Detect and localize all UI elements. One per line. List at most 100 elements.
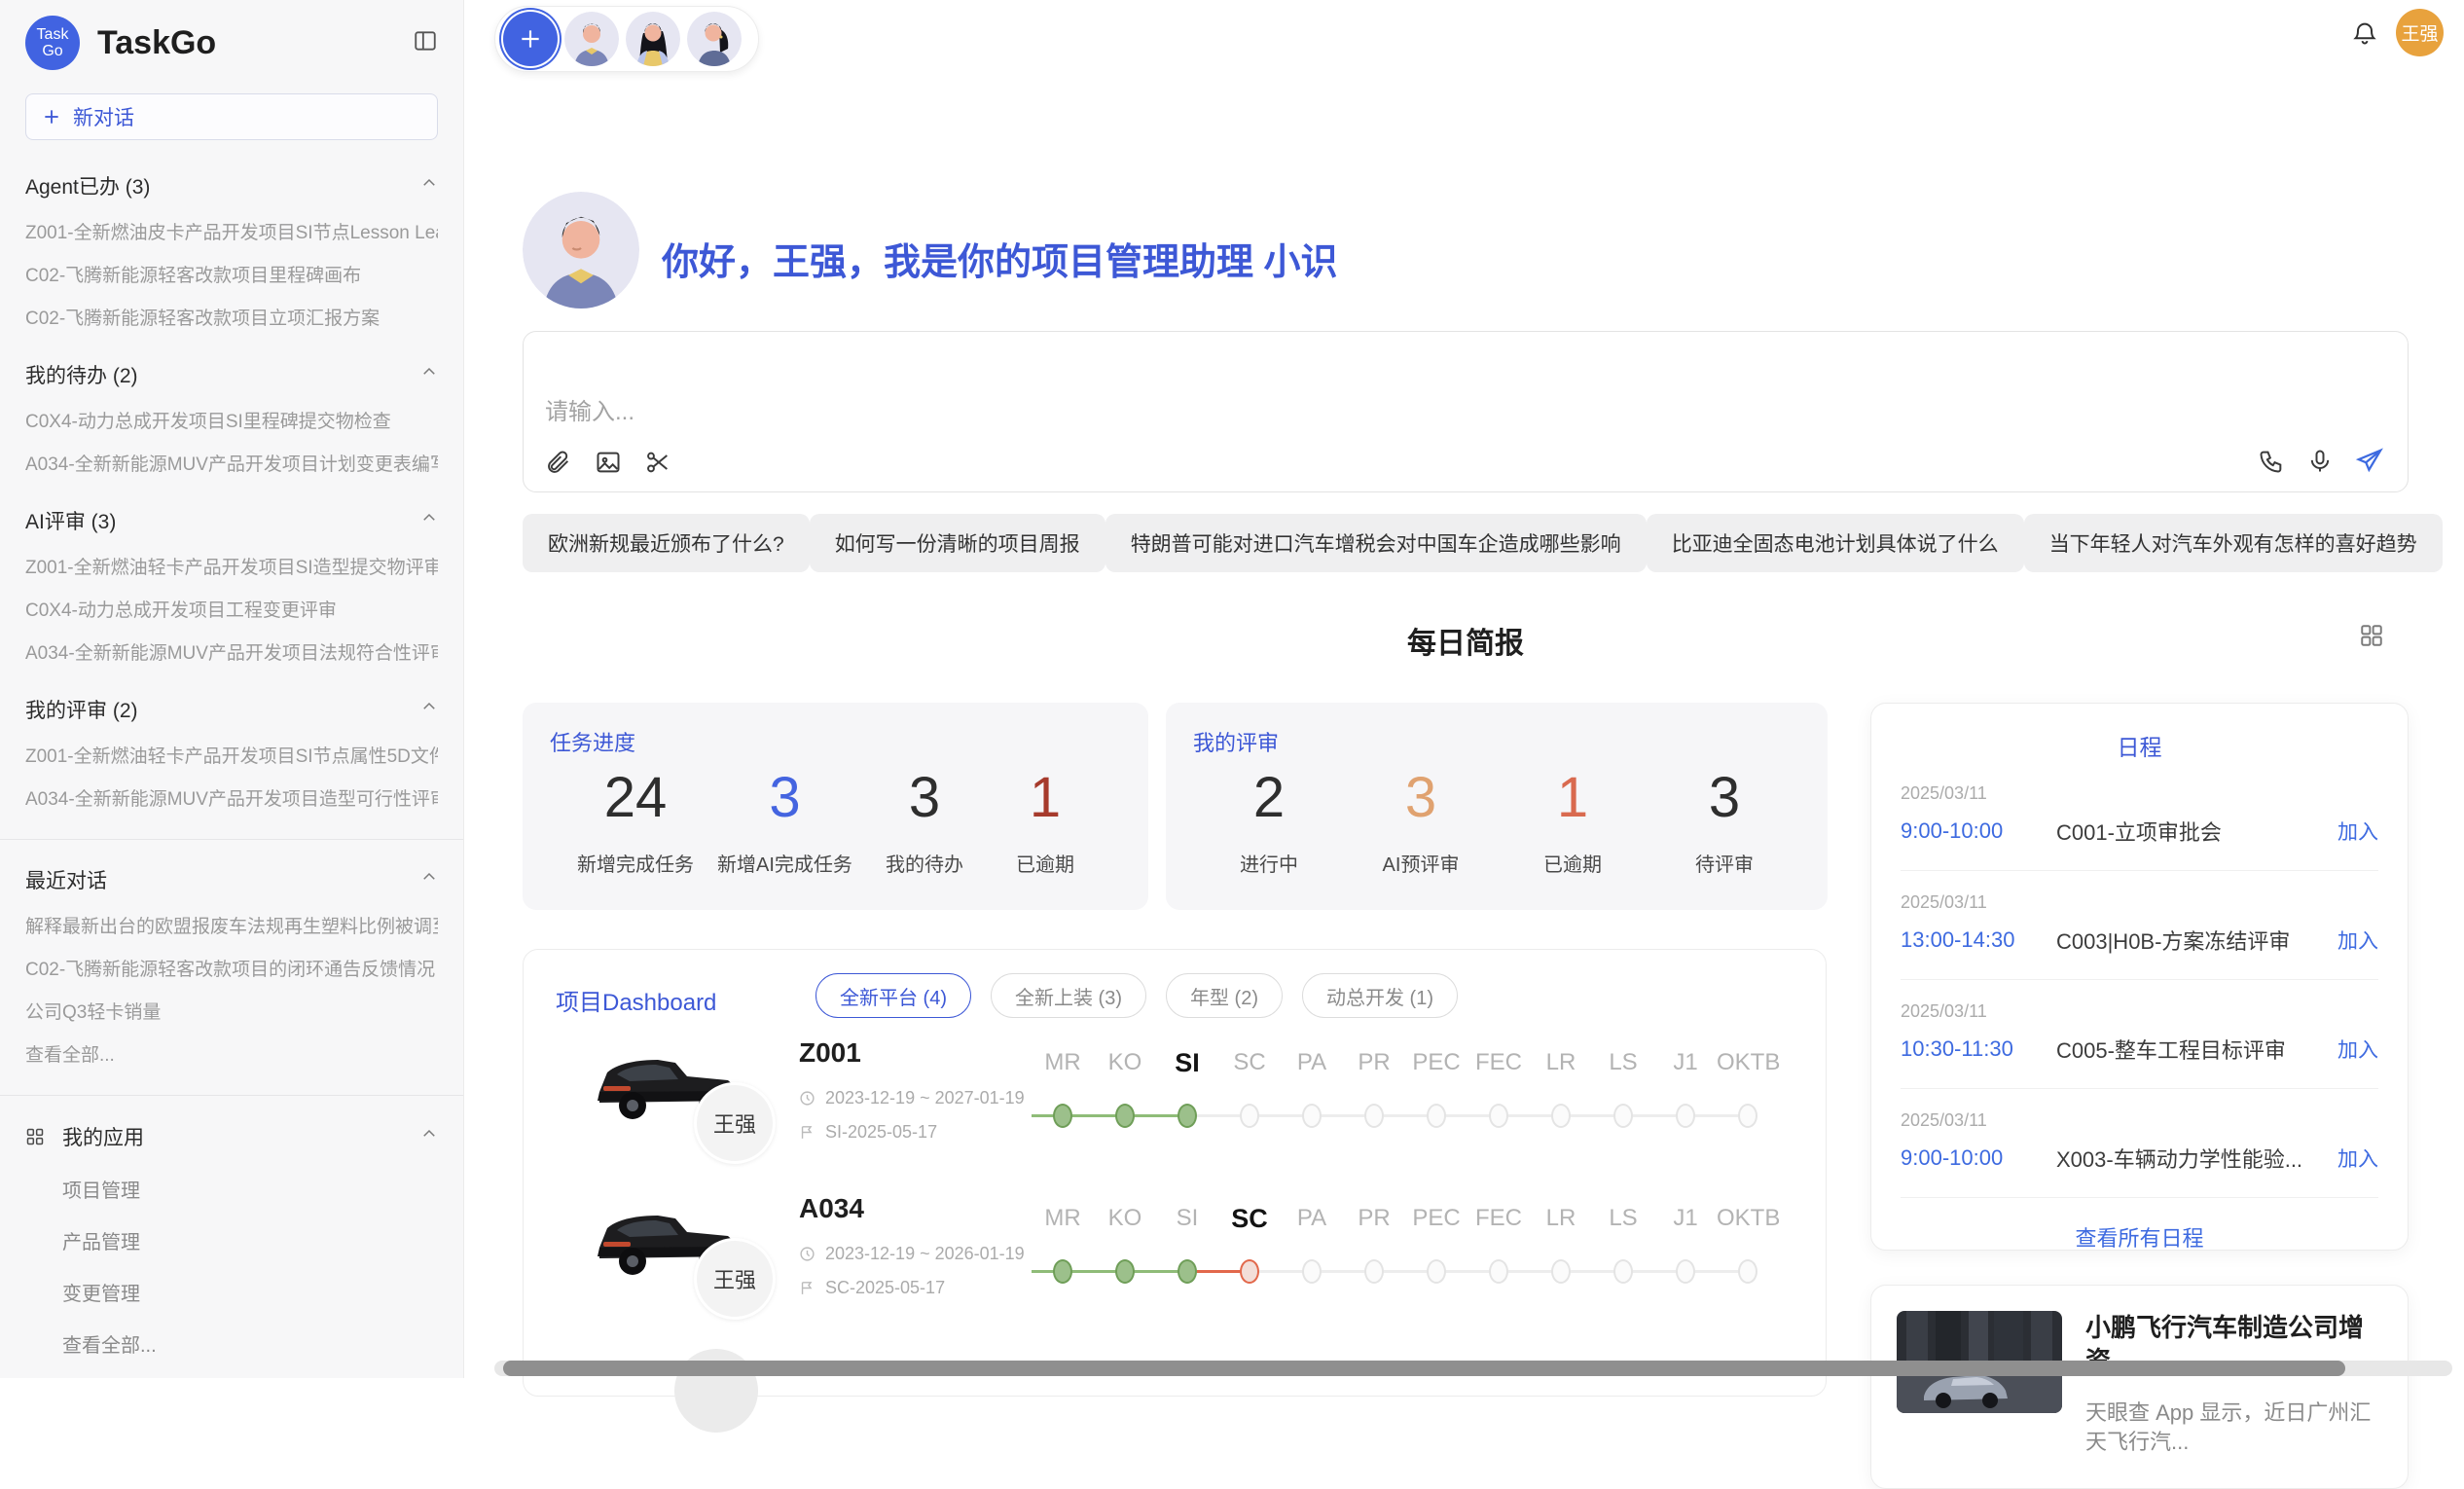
milestone-cell: KO (1094, 1047, 1156, 1141)
recent-chat-item[interactable]: C02-飞腾新能源轻客改款项目的闭环通告反馈情况 (25, 960, 438, 980)
phone-icon[interactable] (2258, 448, 2285, 475)
app-item-change-mgmt[interactable]: 变更管理 (62, 1278, 438, 1306)
tab-model-year[interactable]: 年型 (2) (1166, 973, 1283, 1018)
stat-label: 我的待办 (876, 849, 973, 877)
suggestion-chip[interactable]: 如何写一份清晰的项目周报 (810, 514, 1105, 572)
conversation-item[interactable]: C02-飞腾新能源轻客改款项目里程碑画布 (25, 266, 438, 286)
sidebar-collapse-icon[interactable] (413, 28, 438, 58)
logo-text-top: Task (37, 26, 69, 43)
section-recent-chats[interactable]: 最近对话 (25, 865, 438, 894)
notification-bell-icon[interactable] (2351, 19, 2378, 52)
app-item-product-mgmt[interactable]: 产品管理 (62, 1226, 438, 1254)
attachment-icon[interactable] (545, 449, 572, 476)
send-icon[interactable] (2355, 447, 2384, 476)
conversation-item[interactable]: A034-全新新能源MUV产品开发项目造型可行性评审 (25, 789, 438, 810)
suggestion-chip[interactable]: 比亚迪全固态电池计划具体说了什么 (1647, 514, 2024, 572)
view-all-recent[interactable]: 查看全部... (25, 1045, 438, 1066)
news-card[interactable]: 小鹏飞行汽车制造公司增资 天眼查 App 显示，近日广州汇天飞行汽... (1870, 1285, 2409, 1489)
milestone-cell: PEC (1405, 1203, 1468, 1296)
milestone-cell: OKTB (1717, 1047, 1779, 1141)
schedule-date: 2025/03/11 (1901, 1110, 2378, 1131)
milestone-node (1676, 1259, 1695, 1284)
stat-value: 24 (577, 763, 694, 833)
stat-ai-prereview: 3 AI预评审 (1372, 763, 1469, 877)
schedule-date: 2025/03/11 (1901, 892, 2378, 913)
schedule-time: 13:00-14:30 (1901, 927, 2056, 953)
suggestion-chip[interactable]: 特朗普可能对进口汽车增税会对中国车企造成哪些影响 (1105, 514, 1647, 572)
milestone-label: LR (1530, 1203, 1592, 1234)
sidebar-item-my-apps[interactable]: 我的应用 (25, 1122, 438, 1151)
milestone-cell: PEC (1405, 1047, 1468, 1141)
task-progress-card: 任务进度 24 新增完成任务 3 新增AI完成任务 3 我的待办 1 已逾期 (523, 703, 1148, 910)
scissors-icon[interactable] (644, 449, 671, 476)
greeting-text: 你好，王强，我是你的项目管理助理 小识 (662, 232, 1338, 285)
project-name: Z001 (799, 1037, 1033, 1069)
conversation-item[interactable]: A034-全新新能源MUV产品开发项目计划变更表编写 (25, 454, 438, 475)
layout-grid-icon[interactable] (2359, 623, 2384, 653)
milestone-node (1364, 1104, 1384, 1128)
milestone-label: MR (1032, 1047, 1094, 1078)
chat-input[interactable] (545, 392, 2005, 441)
milestone-cell: SC (1218, 1203, 1281, 1296)
milestone-label: PEC (1405, 1203, 1468, 1234)
agent-avatar-2[interactable] (626, 12, 680, 66)
milestone-node (1178, 1104, 1197, 1128)
project-name: A034 (799, 1193, 1033, 1224)
tab-new-platform[interactable]: 全新平台 (4) (815, 973, 971, 1018)
horizontal-scrollbar-thumb[interactable] (503, 1361, 2345, 1376)
stat-label: 已逾期 (996, 849, 1094, 877)
suggestion-chip[interactable]: 欧洲新规最近颁布了什么? (523, 514, 810, 572)
section-ai-review[interactable]: AI评审 (3) (25, 506, 438, 535)
schedule-item: 2025/03/11 10:30-11:30 C005-整车工程目标评审 加入 (1901, 980, 2378, 1089)
view-all-schedule-link[interactable]: 查看所有日程 (1901, 1221, 2378, 1253)
agent-avatar-3[interactable] (687, 12, 742, 66)
join-button[interactable]: 加入 (2337, 1035, 2378, 1064)
image-icon[interactable] (595, 449, 622, 476)
app-item-project-mgmt[interactable]: 项目管理 (62, 1175, 438, 1203)
milestone-label: PR (1343, 1203, 1405, 1234)
conversation-item[interactable]: C02-飞腾新能源轻客改款项目立项汇报方案 (25, 309, 438, 329)
stat-in-progress: 2 进行中 (1220, 763, 1318, 877)
section-agent-done[interactable]: Agent已办 (3) (25, 171, 438, 200)
conversation-item[interactable]: C0X4-动力总成开发项目SI里程碑提交物检查 (25, 412, 438, 432)
milestone-node (1489, 1104, 1508, 1128)
join-button[interactable]: 加入 (2337, 817, 2378, 846)
milestone-node (1115, 1259, 1135, 1284)
conversation-item[interactable]: A034-全新新能源MUV产品开发项目法规符合性评审 (25, 643, 438, 664)
suggestion-chip[interactable]: 当下年轻人对汽车外观有怎样的喜好趋势 (2024, 514, 2443, 572)
conversation-item[interactable]: Z001-全新燃油皮卡产品开发项目SI节点Lesson Learn报告 (25, 223, 438, 243)
add-agent-button[interactable] (503, 12, 558, 66)
horizontal-scrollbar-track[interactable] (494, 1361, 2452, 1376)
schedule-title: 日程 (1901, 729, 2378, 762)
conversation-item[interactable]: C0X4-动力总成开发项目工程变更评审 (25, 600, 438, 621)
join-button[interactable]: 加入 (2337, 926, 2378, 955)
section-my-todo[interactable]: 我的待办 (2) (25, 360, 438, 389)
milestone-label: PA (1281, 1047, 1343, 1078)
recent-chat-item[interactable]: 解释最新出台的欧盟报废车法规再生塑料比例被调至15%... (25, 917, 438, 937)
conversation-item[interactable]: Z001-全新燃油轻卡产品开发项目SI造型提交物评审 (25, 558, 438, 578)
user-avatar[interactable]: 王强 (2396, 9, 2444, 56)
microphone-icon[interactable] (2306, 448, 2334, 475)
project-dates: 2023-12-19 ~ 2027-01-19 (825, 1088, 1025, 1108)
recent-chat-item[interactable]: 公司Q3轻卡销量 (25, 1002, 438, 1023)
view-all-apps[interactable]: 查看全部... (62, 1329, 438, 1358)
stat-label: 待评审 (1676, 849, 1773, 877)
stat-my-todo: 3 我的待办 (876, 763, 973, 877)
join-button[interactable]: 加入 (2337, 1144, 2378, 1173)
milestone-label: FEC (1468, 1047, 1530, 1078)
milestone-cell: LR (1530, 1203, 1592, 1296)
stat-review-overdue: 1 已逾期 (1524, 763, 1621, 877)
project-owner-avatar: 王强 (694, 1238, 776, 1320)
tab-powertrain[interactable]: 动总开发 (1) (1302, 973, 1458, 1018)
stat-value: 3 (1676, 763, 1773, 833)
conversation-item[interactable]: Z001-全新燃油轻卡产品开发项目SI节点属性5D文件评审 (25, 746, 438, 767)
milestone-cell: FEC (1468, 1203, 1530, 1296)
project-dashboard-card: 项目Dashboard 全新平台 (4) 全新上装 (3) 年型 (2) 动总开… (523, 949, 1827, 1397)
tab-new-body[interactable]: 全新上装 (3) (991, 973, 1146, 1018)
assistant-avatar (523, 192, 639, 309)
milestone-cell: PR (1343, 1047, 1405, 1141)
card-title: 任务进度 (550, 726, 635, 757)
agent-avatar-1[interactable] (564, 12, 619, 66)
new-chat-button[interactable]: 新对话 (25, 93, 438, 140)
section-my-review[interactable]: 我的评审 (2) (25, 695, 438, 724)
